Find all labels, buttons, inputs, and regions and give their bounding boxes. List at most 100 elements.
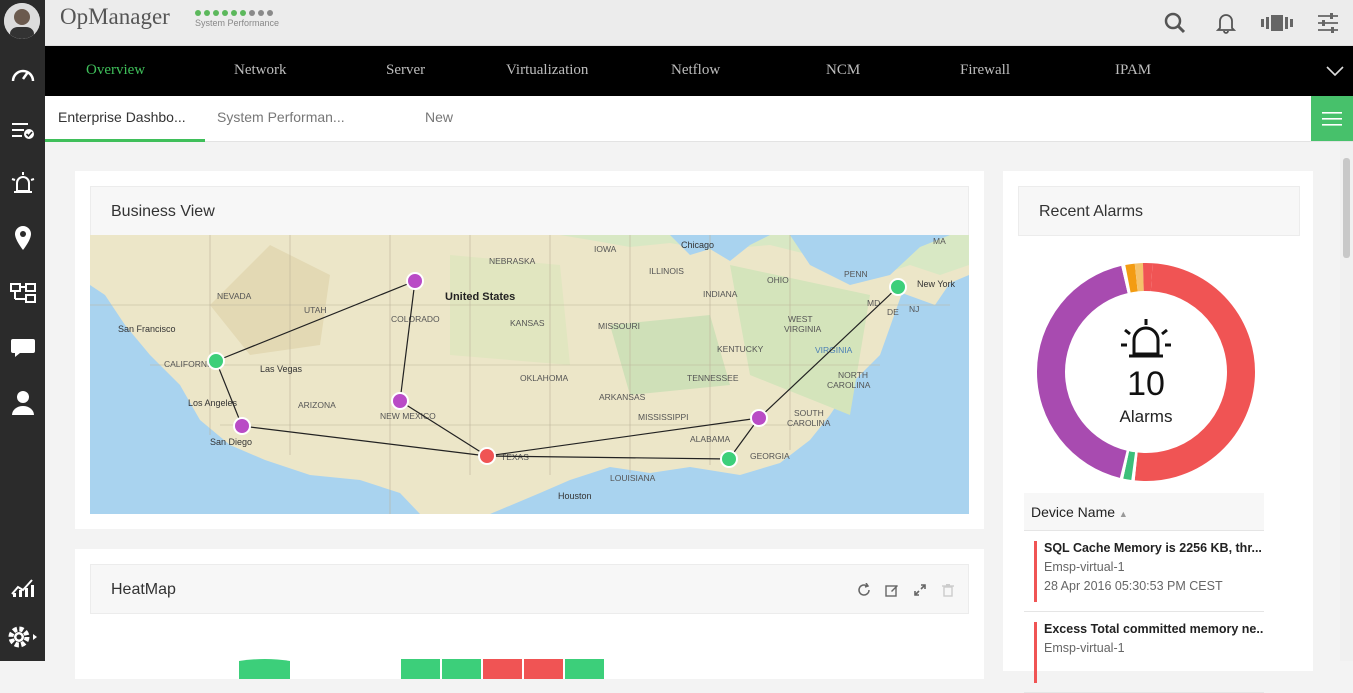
- recent-alarms-widget: Recent Alarms 10 Alarms Device Name: [1003, 171, 1313, 671]
- svg-text:OHIO: OHIO: [767, 275, 789, 285]
- scrollbar-thumb[interactable]: [1343, 158, 1350, 258]
- svg-text:ILLINOIS: ILLINOIS: [649, 266, 684, 276]
- svg-text:NEVADA: NEVADA: [217, 291, 252, 301]
- svg-text:LOUISIANA: LOUISIANA: [610, 473, 656, 483]
- nav-server[interactable]: Server: [386, 46, 425, 96]
- svg-text:NORTH: NORTH: [838, 370, 868, 380]
- svg-text:DE: DE: [887, 307, 899, 317]
- edit-icon[interactable]: [884, 582, 900, 598]
- quick-settings-sliders-icon[interactable]: [1302, 0, 1353, 46]
- map-node[interactable]: [721, 451, 737, 467]
- map-pin-icon[interactable]: [0, 218, 45, 258]
- chevron-down-icon[interactable]: [1323, 59, 1347, 83]
- alarms-table: Device Name ▲ SQL Cache Memory is 2256 K…: [1024, 493, 1264, 693]
- tab-system-performance[interactable]: System Performan...: [217, 96, 345, 142]
- nav-ncm[interactable]: NCM: [826, 46, 860, 96]
- performance-dot: [267, 10, 273, 16]
- map-node[interactable]: [751, 410, 767, 426]
- user-icon[interactable]: [0, 383, 45, 423]
- alarm-count: 10: [1035, 365, 1257, 404]
- map-node[interactable]: [392, 393, 408, 409]
- performance-dot: [195, 10, 201, 16]
- nav-netflow[interactable]: Netflow: [671, 46, 720, 96]
- expand-icon[interactable]: [912, 582, 928, 598]
- network-devices-icon[interactable]: [0, 273, 45, 313]
- svg-text:MA: MA: [933, 236, 946, 246]
- sidebar: [0, 0, 45, 661]
- svg-text:New York: New York: [917, 279, 956, 289]
- refresh-icon[interactable]: [856, 582, 872, 598]
- recent-alarms-title: Recent Alarms: [1018, 186, 1300, 236]
- svg-text:SOUTH: SOUTH: [794, 408, 824, 418]
- svg-text:VIRGINIA: VIRGINIA: [815, 345, 853, 355]
- svg-text:UTAH: UTAH: [304, 305, 327, 315]
- nav-virtualization[interactable]: Virtualization: [506, 46, 588, 96]
- alarm-row[interactable]: SQL Cache Memory is 2256 KB, thr... Emsp…: [1024, 531, 1264, 612]
- search-icon[interactable]: [1149, 0, 1200, 46]
- svg-text:San Francisco: San Francisco: [118, 324, 176, 334]
- map-node[interactable]: [234, 418, 250, 434]
- svg-text:NEBRASKA: NEBRASKA: [489, 256, 536, 266]
- reports-chart-icon[interactable]: [0, 567, 45, 607]
- heatmap-title: HeatMap: [111, 581, 176, 598]
- svg-text:VIRGINIA: VIRGINIA: [784, 324, 822, 334]
- business-view-map[interactable]: San Francisco CALIFORNIA Las Vegas Los A…: [90, 235, 969, 514]
- tab-new[interactable]: New: [425, 96, 453, 142]
- svg-text:CAROLINA: CAROLINA: [827, 380, 871, 390]
- alarms-donut-chart[interactable]: 10 Alarms: [1035, 261, 1257, 488]
- performance-dot: [231, 10, 237, 16]
- map-node[interactable]: [890, 279, 906, 295]
- nav-overview[interactable]: Overview: [86, 46, 145, 96]
- dashboard-tabs: Enterprise Dashbo... System Performan...…: [45, 96, 1353, 142]
- svg-text:KANSAS: KANSAS: [510, 318, 545, 328]
- map-node[interactable]: [407, 273, 423, 289]
- top-header: OpManager System Performance: [45, 0, 1353, 46]
- map-node[interactable]: [479, 448, 495, 464]
- chat-icon[interactable]: [0, 328, 45, 368]
- performance-dot: [222, 10, 228, 16]
- notification-bell-icon[interactable]: [1200, 0, 1251, 46]
- column-header-device-name[interactable]: Device Name ▲: [1024, 493, 1264, 531]
- performance-dots: [195, 10, 279, 16]
- nav-ipam[interactable]: IPAM: [1115, 46, 1151, 96]
- nav-network[interactable]: Network: [234, 46, 287, 96]
- alarm-time: 28 Apr 2016 05:30:53 PM CEST: [1044, 579, 1264, 593]
- svg-text:Las Vegas: Las Vegas: [260, 364, 303, 374]
- svg-text:IOWA: IOWA: [594, 244, 617, 254]
- tab-enterprise-dashboard[interactable]: Enterprise Dashbo...: [45, 96, 205, 142]
- alarms-icon[interactable]: [0, 163, 45, 203]
- alarm-row[interactable]: Excess Total committed memory ne... Emsp…: [1024, 612, 1264, 693]
- nav-firewall[interactable]: Firewall: [960, 46, 1010, 96]
- system-performance-indicator[interactable]: System Performance: [195, 10, 279, 28]
- performance-dot: [249, 10, 255, 16]
- avatar[interactable]: [4, 3, 40, 39]
- settings-gear-icon[interactable]: [0, 617, 45, 657]
- svg-text:San Diego: San Diego: [210, 437, 252, 447]
- svg-text:GEORGIA: GEORGIA: [750, 451, 790, 461]
- svg-text:MISSOURI: MISSOURI: [598, 321, 640, 331]
- product-switcher-icon[interactable]: [1251, 0, 1302, 46]
- heatmap-header: HeatMap: [90, 564, 969, 614]
- heatmap-widget: HeatMap: [75, 549, 984, 679]
- alarm-count-label: Alarms: [1035, 407, 1257, 427]
- inventory-list-icon[interactable]: [0, 110, 45, 150]
- alarm-message: SQL Cache Memory is 2256 KB, thr...: [1044, 541, 1264, 555]
- severity-bar: [1034, 622, 1037, 683]
- performance-dot: [240, 10, 246, 16]
- alarm-device: Emsp-virtual-1: [1044, 641, 1264, 655]
- svg-text:OKLAHOMA: OKLAHOMA: [520, 373, 569, 383]
- svg-text:ARIZONA: ARIZONA: [298, 400, 336, 410]
- performance-dot: [258, 10, 264, 16]
- business-view-title: Business View: [90, 186, 969, 236]
- map-node[interactable]: [208, 353, 224, 369]
- sort-icon[interactable]: ▲: [1119, 509, 1128, 519]
- svg-text:Chicago: Chicago: [681, 240, 714, 250]
- hamburger-menu-icon[interactable]: [1311, 96, 1353, 141]
- dashboard-icon[interactable]: [0, 54, 45, 94]
- performance-label: System Performance: [195, 18, 279, 28]
- svg-text:TENNESSEE: TENNESSEE: [687, 373, 739, 383]
- page-scrollbar[interactable]: [1340, 142, 1353, 661]
- severity-bar: [1034, 541, 1037, 602]
- delete-icon[interactable]: [940, 582, 956, 598]
- bell-alarm-icon: [1119, 318, 1173, 362]
